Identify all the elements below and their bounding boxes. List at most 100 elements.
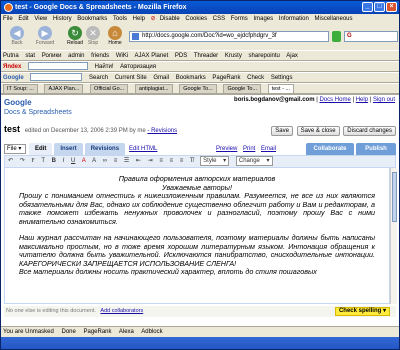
bookmark-item[interactable]: stat <box>25 53 35 59</box>
check-button[interactable]: Check <box>247 75 264 81</box>
scrollbar-thumb[interactable] <box>392 172 397 222</box>
menu-miscellaneous[interactable]: Miscellaneous <box>314 16 352 22</box>
yandex-auth-button[interactable]: Авторизация <box>120 64 156 70</box>
home-button[interactable]: ⌂ Home <box>101 25 129 49</box>
browser-tab[interactable]: antiplagiat... <box>134 84 173 93</box>
sign-out-link[interactable]: Sign out <box>373 97 395 103</box>
bookmark-item[interactable]: WiKi <box>116 53 128 59</box>
menu-edit[interactable]: Edit <box>18 16 28 22</box>
undo-icon[interactable]: ↶ <box>8 158 13 164</box>
file-menu-button[interactable]: File ▾ <box>4 144 26 154</box>
tab-edit[interactable]: Edit <box>29 143 53 155</box>
google-search-button[interactable]: Search <box>89 75 108 81</box>
forward-button[interactable]: ▶ Forward <box>31 25 59 49</box>
bookmark-item[interactable]: Ajax <box>286 53 298 59</box>
tab-insert[interactable]: Insert <box>54 143 83 155</box>
discard-changes-button[interactable]: Discard changes <box>343 126 396 136</box>
menu-css[interactable]: CSS <box>213 16 225 22</box>
help-link[interactable]: Help <box>356 97 368 103</box>
gmail-button[interactable]: Gmail <box>153 75 169 81</box>
underline-icon[interactable]: U <box>71 158 75 164</box>
change-dropdown[interactable]: Change ▾ <box>235 156 273 166</box>
bookmark-item[interactable]: Krusty <box>225 53 242 59</box>
browser-tab[interactable]: AJAX Plan... <box>44 84 84 93</box>
settings-button[interactable]: Settings <box>271 75 293 81</box>
font-size-icon[interactable]: T <box>41 158 45 164</box>
clear-format-icon[interactable]: T̸ <box>190 158 194 164</box>
menu-file[interactable]: File <box>3 16 13 22</box>
menu-tools[interactable]: Tools <box>113 16 127 22</box>
redo-icon[interactable]: ↷ <box>20 158 25 164</box>
bookmark-item[interactable]: AJAX Planet <box>135 53 169 59</box>
done-status: Done <box>61 329 76 335</box>
browser-tab-active[interactable]: test - ... <box>267 84 295 93</box>
menu-bookmarks[interactable]: Bookmarks <box>77 16 107 22</box>
bookmark-item[interactable]: sharepointu <box>249 53 280 59</box>
print-link[interactable]: Print <box>243 146 255 152</box>
bookmark-item[interactable]: friends <box>91 53 109 59</box>
menu-forms[interactable]: Forms <box>231 16 248 22</box>
yandex-search-input[interactable] <box>28 62 88 71</box>
browser-tab[interactable]: Official Go... <box>90 84 129 93</box>
align-left-icon[interactable]: ≡ <box>159 158 163 164</box>
align-center-icon[interactable]: ≡ <box>170 158 174 164</box>
current-site-button[interactable]: Current Site <box>115 75 147 81</box>
document-editor[interactable]: Правила оформления авторских материалов … <box>4 168 390 304</box>
save-close-button[interactable]: Save & close <box>296 126 340 136</box>
menu-history[interactable]: History <box>53 16 72 22</box>
outdent-icon[interactable]: ⇤ <box>136 158 141 164</box>
editor-scrollbar[interactable] <box>390 168 397 304</box>
bookmark-item[interactable]: Threader <box>194 53 218 59</box>
browser-tab[interactable]: Google To... <box>179 84 217 93</box>
status-adblock[interactable]: Adblock <box>141 329 162 335</box>
document-title[interactable]: test <box>4 124 20 134</box>
text-color-icon[interactable]: A <box>82 158 86 164</box>
bookmarks-button[interactable]: Bookmarks <box>176 75 206 81</box>
menu-help[interactable]: Help <box>133 16 145 22</box>
align-right-icon[interactable]: ≡ <box>180 158 184 164</box>
menu-view[interactable]: View <box>34 16 47 22</box>
logo-google-text: Google <box>4 98 32 107</box>
go-button[interactable] <box>332 31 341 42</box>
menu-images[interactable]: Images <box>253 16 273 22</box>
numbered-list-icon[interactable]: ≡ <box>114 158 118 164</box>
minimize-button[interactable]: _ <box>362 2 373 12</box>
check-spelling-button[interactable]: Check spelling ▾ <box>334 307 390 316</box>
bookmark-item[interactable]: Putna <box>3 53 19 59</box>
bookmark-item[interactable]: PDS <box>175 53 187 59</box>
style-dropdown[interactable]: Style ▾ <box>200 156 230 166</box>
google-toolbar-search-input[interactable] <box>30 73 83 82</box>
maximize-button[interactable]: □ <box>374 2 385 12</box>
publish-tab[interactable]: Publish <box>356 143 396 155</box>
menu-cookies[interactable]: Cookies <box>185 16 207 22</box>
bookmark-item[interactable]: admin <box>68 53 84 59</box>
back-button[interactable]: ◀ Back <box>3 25 31 49</box>
browser-tab[interactable]: IT Soup: ... <box>3 84 38 93</box>
bookmark-item[interactable]: Ролики <box>42 53 62 59</box>
tab-revisions[interactable]: Revisions <box>84 143 126 155</box>
bulleted-list-icon[interactable]: ☰ <box>124 158 129 164</box>
search-field[interactable]: G <box>344 31 398 42</box>
docs-home-link[interactable]: Docs Home <box>319 97 350 103</box>
collaborate-tab[interactable]: Collaborate <box>306 143 354 155</box>
save-button[interactable]: Save <box>271 126 293 136</box>
link-icon[interactable]: ∞ <box>103 158 107 164</box>
bold-icon[interactable]: B <box>52 158 56 164</box>
italic-icon[interactable]: I <box>63 158 65 164</box>
yandex-find-button[interactable]: Найти! <box>95 64 114 70</box>
email-link[interactable]: Email <box>261 146 276 152</box>
highlight-icon[interactable]: A <box>92 158 96 164</box>
add-collaborators-link[interactable]: Add collaborators <box>100 308 143 314</box>
close-button[interactable]: × <box>386 2 397 12</box>
edit-html-link[interactable]: Edit HTML <box>129 146 157 152</box>
page-icon <box>132 33 139 40</box>
revisions-link[interactable]: - Revisions <box>147 128 177 134</box>
font-icon[interactable]: F <box>31 158 34 164</box>
disable-icon: ⊘ <box>150 16 156 22</box>
browser-tab[interactable]: Google To... <box>223 84 262 93</box>
url-field[interactable]: http://docs.google.com/Doc?id=wo_ejdcfph… <box>129 31 329 42</box>
preview-link[interactable]: Preview <box>216 146 237 152</box>
menu-information[interactable]: Information <box>279 16 309 22</box>
indent-icon[interactable]: ⇥ <box>148 158 153 164</box>
menu-disable[interactable]: Disable <box>160 16 180 22</box>
